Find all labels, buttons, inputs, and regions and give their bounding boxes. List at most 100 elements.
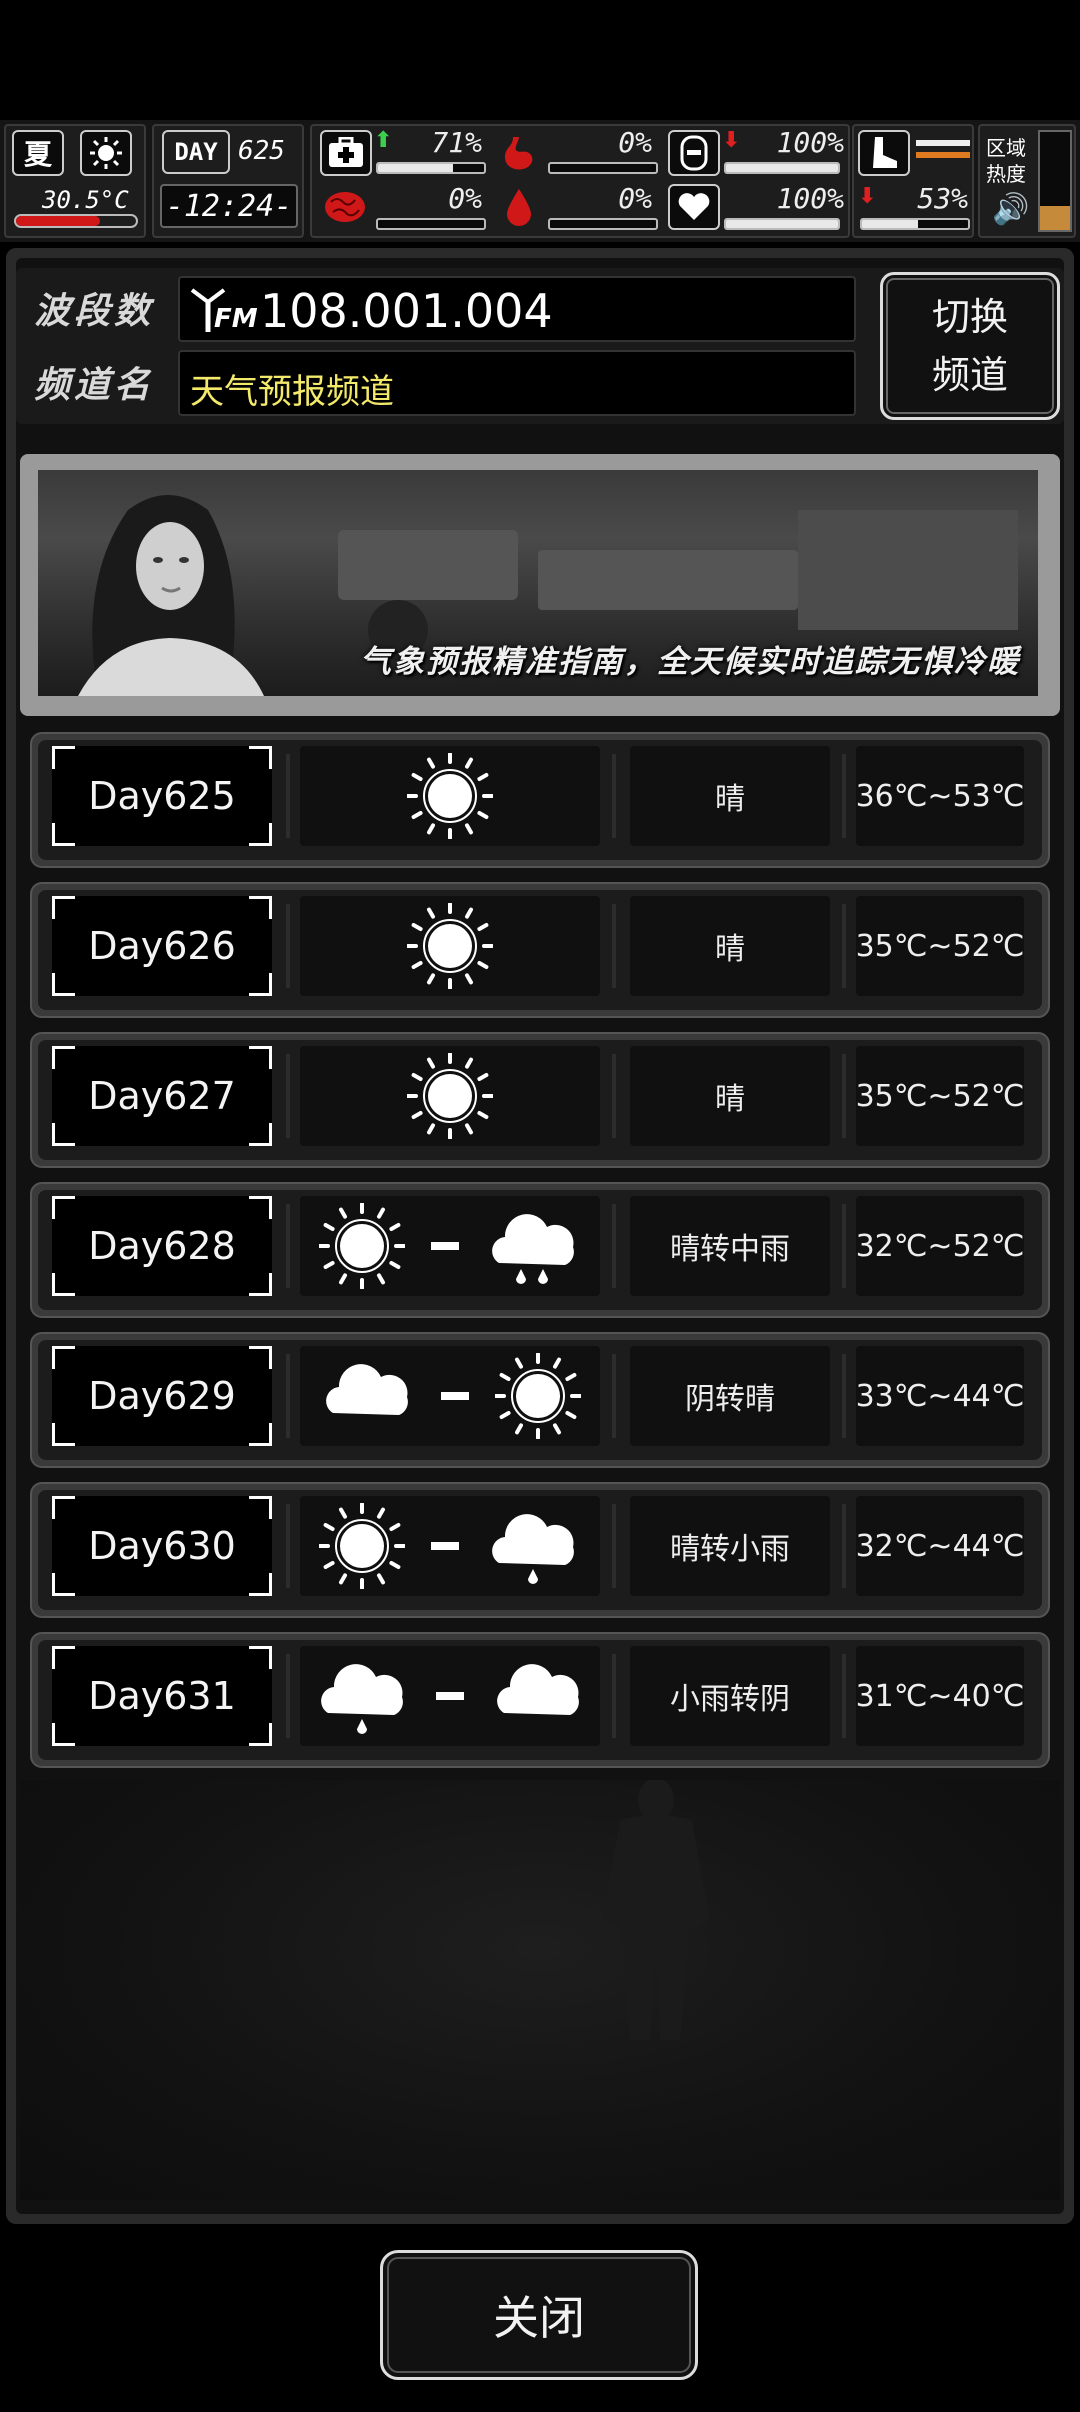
transition-dash: [431, 1242, 459, 1250]
leg-cell: ⬇ 53%: [852, 124, 974, 238]
forecast-day: Day626: [52, 896, 272, 996]
sun-weather-icon: [80, 130, 132, 176]
thirst-bar: [548, 218, 658, 230]
transition-dash: [431, 1542, 459, 1550]
brain-icon: [320, 184, 370, 230]
forecast-day: Day628: [52, 1196, 272, 1296]
zone-heat-label-1: 区域: [986, 136, 1026, 160]
clock-readout: -12:24-: [165, 188, 293, 224]
forecast-icons: [300, 896, 600, 996]
transition-dash: [441, 1392, 469, 1400]
forecast-condition: 晴: [630, 746, 830, 846]
forecast-row: Day628 晴转中雨 32℃~52℃: [30, 1182, 1050, 1318]
forecast-icons: [300, 1196, 600, 1296]
day-label: DAY: [174, 138, 218, 166]
leg-bar: [860, 218, 970, 230]
stats-cell: ⬆ 71% 0% ⬇ 100% 0% 0% 100%: [310, 124, 850, 238]
health-bar: [376, 162, 486, 174]
close-label: 关闭: [493, 2291, 585, 2345]
fm-tag: FM: [214, 304, 258, 334]
leg-icon: [858, 130, 910, 176]
forecast-day-label: Day628: [88, 1224, 236, 1268]
thermometer-icon: [14, 214, 138, 228]
banner-caption: 气象预报精准指南，全天候实时追踪无惧冷暖: [360, 644, 1020, 680]
forecast-condition: 晴: [630, 1046, 830, 1146]
forecast-row: Day626 晴 35℃~52℃: [30, 882, 1050, 1018]
speaker-icon: 🔊: [992, 192, 1030, 227]
season-cell: 夏 30.5°C: [4, 124, 146, 238]
cloud-icon: [490, 1653, 586, 1739]
forecast-day-label: Day625: [88, 774, 236, 818]
zone-heat-meter: [1038, 130, 1072, 232]
mood-bar: [724, 218, 840, 230]
season-badge: 夏: [12, 130, 64, 176]
channel-name-field: 天气预报频道: [178, 350, 856, 416]
forecast-row: Day629 阴转晴 33℃~44℃: [30, 1332, 1050, 1468]
forecast-row: Day631 小雨转阴 31℃~40℃: [30, 1632, 1050, 1768]
forecast-temperature: 32℃~52℃: [856, 1196, 1024, 1296]
forecast-day: Day630: [52, 1496, 272, 1596]
zone-heat-label-2: 热度: [986, 162, 1026, 186]
forecast-row: Day627 晴 35℃~52℃: [30, 1032, 1050, 1168]
light-rain-icon: [485, 1503, 581, 1589]
stomach-icon: [496, 130, 542, 176]
forecast-temperature: 35℃~52℃: [856, 1046, 1024, 1146]
hunger-bar: [548, 162, 658, 174]
band-label: 波段数: [34, 291, 155, 332]
forecast-icons: [300, 746, 600, 846]
day-number: 625: [238, 136, 285, 166]
day-clock-cell: DAY 625 -12:24-: [152, 124, 304, 238]
forecast-day-label: Day629: [88, 1374, 236, 1418]
sun-icon: [407, 903, 493, 989]
stamina-bar: [724, 162, 840, 174]
sun-icon: [495, 1353, 581, 1439]
forecast-day-label: Day630: [88, 1524, 236, 1568]
switch-label-2: 频道: [931, 353, 1008, 397]
thirst-value: 0%: [618, 182, 652, 215]
sun-icon: [407, 753, 493, 839]
hunger-value: 0%: [618, 126, 652, 159]
forecast-row: Day625 晴 36℃~53℃: [30, 732, 1050, 868]
cloud-icon: [319, 1353, 415, 1439]
background-silhouette: [20, 1778, 1060, 2200]
forecast-temperature: 35℃~52℃: [856, 896, 1024, 996]
forecast-condition: 晴转中雨: [630, 1196, 830, 1296]
forecast-row: Day630 晴转小雨 32℃~44℃: [30, 1482, 1050, 1618]
announcer-portrait: [78, 495, 264, 696]
forecast-icons: [300, 1046, 600, 1146]
forecast-day: Day627: [52, 1046, 272, 1146]
forecast-condition: 晴: [630, 896, 830, 996]
forecast-day: Day625: [52, 746, 272, 846]
frequency-value: 108.001.004: [260, 284, 553, 338]
close-button[interactable]: 关闭: [380, 2250, 698, 2380]
light-rain-icon: [314, 1653, 410, 1739]
forecast-day: Day631: [52, 1646, 272, 1746]
equipment-durability-icon: [916, 140, 970, 160]
stamina-icon: [668, 130, 720, 176]
status-bar: 夏 30.5°C DAY 625 -12:24- ⬆ 71% 0% ⬇ 100%…: [0, 120, 1080, 242]
stamina-value: 100%: [776, 126, 844, 159]
sanity-bar: [376, 218, 486, 230]
water-drop-icon: [496, 184, 542, 230]
sun-icon: [319, 1203, 405, 1289]
switch-channel-button[interactable]: 切换 频道: [880, 272, 1060, 420]
heart-icon: [668, 184, 720, 230]
sun-icon: [407, 1053, 493, 1139]
forecast-temperature: 33℃~44℃: [856, 1346, 1024, 1446]
forecast-condition: 阴转晴: [630, 1346, 830, 1446]
forecast-temperature: 36℃~53℃: [856, 746, 1024, 846]
forecast-day: Day629: [52, 1346, 272, 1446]
forecast-condition: 小雨转阴: [630, 1646, 830, 1746]
forecast-temperature: 31℃~40℃: [856, 1646, 1024, 1746]
forecast-condition: 晴转小雨: [630, 1496, 830, 1596]
frequency-field: FM 108.001.004: [178, 276, 856, 342]
heavy-rain-icon: [485, 1203, 581, 1289]
mood-value: 100%: [776, 182, 844, 215]
channel-label: 频道名: [34, 365, 155, 406]
forecast-day-label: Day627: [88, 1074, 236, 1118]
forecast-icons: [300, 1496, 600, 1596]
forecast-temperature: 32℃~44℃: [856, 1496, 1024, 1596]
forecast-day-label: Day626: [88, 924, 236, 968]
sun-icon: [319, 1503, 405, 1589]
forecast-day-label: Day631: [88, 1674, 236, 1718]
